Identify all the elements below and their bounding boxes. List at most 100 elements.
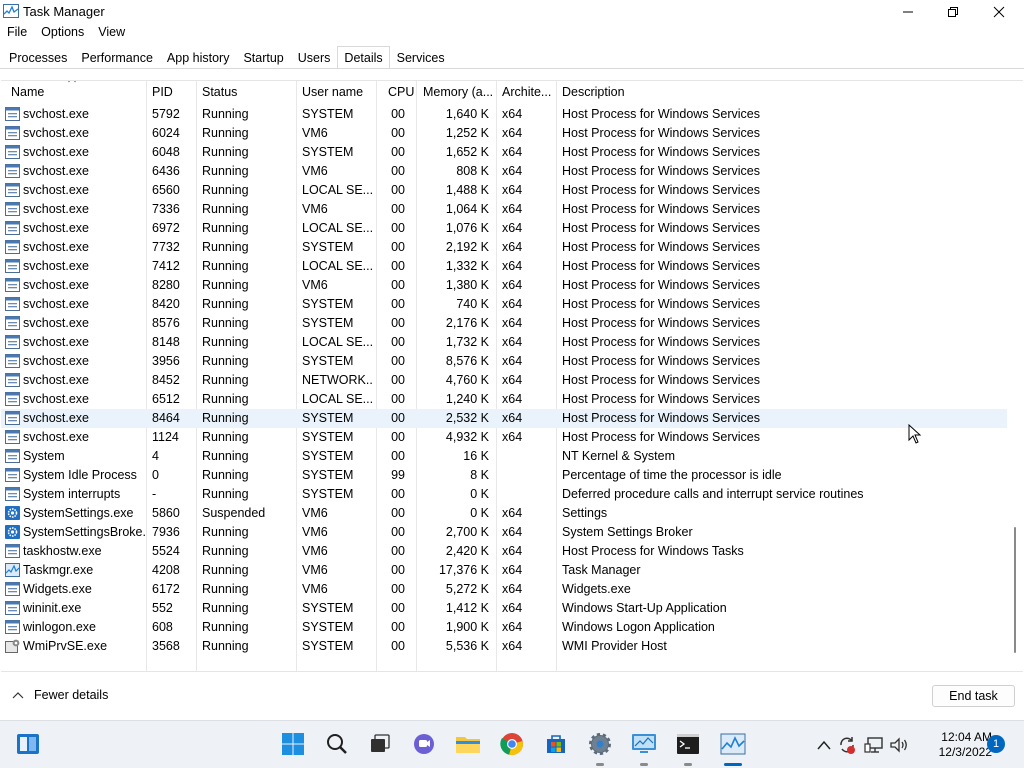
widgets-button[interactable] <box>15 731 41 757</box>
task-view-button[interactable] <box>367 731 393 757</box>
table-row[interactable]: taskhostw.exe 5524 Running VM6 00 2,420 K x64 H… <box>1 542 1007 561</box>
fewer-details-toggle[interactable]: Fewer details <box>12 688 108 702</box>
memory-cell: 1,076 K <box>445 221 489 235</box>
table-row[interactable]: svchost.exe 6512 Running LOCAL SE... 00 1,240… <box>1 390 1007 409</box>
table-row[interactable]: svchost.exe 6560 Running LOCAL SE... 00 1,488… <box>1 181 1007 200</box>
table-row[interactable]: System Idle Process 0 Running SYSTEM 99 8 K Pe… <box>1 466 1007 485</box>
end-task-button[interactable]: End task <box>932 685 1015 707</box>
tab-app-history[interactable]: App history <box>160 46 237 69</box>
pid-cell: 8576 <box>152 316 180 330</box>
column-header-user-name[interactable]: User name <box>302 85 372 99</box>
cpu-cell: 00 <box>391 259 405 273</box>
column-header-description[interactable]: Description <box>562 85 762 99</box>
minimize-button[interactable] <box>885 0 931 24</box>
table-row[interactable]: svchost.exe 8420 Running SYSTEM 00 740 K x64 Ho… <box>1 295 1007 314</box>
start-button[interactable] <box>280 731 306 757</box>
network-tray-button[interactable] <box>864 735 884 755</box>
table-row[interactable]: svchost.exe 8280 Running VM6 00 1,380 K x64 Hos… <box>1 276 1007 295</box>
table-row[interactable]: SystemSettings.exe 5860 Suspended VM6 00 0 K x… <box>1 504 1007 523</box>
service-icon <box>5 582 20 596</box>
cpu-cell: 00 <box>391 601 405 615</box>
cpu-cell: 00 <box>391 164 405 178</box>
table-row[interactable]: svchost.exe 6048 Running SYSTEM 00 1,652 K x64… <box>1 143 1007 162</box>
table-row[interactable]: System 4 Running SYSTEM 00 16 K NT Kernel & Sy… <box>1 447 1007 466</box>
taskbar: 12:04 AM 12/3/2022 1 <box>0 720 1024 768</box>
column-header-name[interactable]: Name <box>11 85 141 99</box>
settings-gear-icon <box>5 506 20 520</box>
table-row[interactable]: svchost.exe 1124 Running SYSTEM 00 4,932 K x64… <box>1 428 1007 447</box>
architecture-cell: x64 <box>502 259 523 273</box>
table-row[interactable]: svchost.exe 6024 Running VM6 00 1,252 K x64 Hos… <box>1 124 1007 143</box>
column-header-cpu[interactable]: CPU <box>388 85 414 99</box>
tab-details[interactable]: Details <box>337 46 390 69</box>
column-header-status[interactable]: Status <box>202 85 292 99</box>
close-button[interactable] <box>976 0 1022 24</box>
table-row[interactable]: WmiPrvSE.exe 3568 Running SYSTEM 00 5,536 K x6… <box>1 637 1007 656</box>
tab-startup[interactable]: Startup <box>236 46 290 69</box>
process-name-cell: svchost.exe <box>23 164 90 178</box>
tab-users[interactable]: Users <box>291 46 338 69</box>
volume-tray-button[interactable] <box>889 735 909 755</box>
vertical-scrollbar[interactable] <box>1007 81 1023 671</box>
user-name-cell: SYSTEM <box>302 639 354 653</box>
title-bar[interactable]: Task Manager <box>0 0 1024 24</box>
column-header-architecture[interactable]: Archite... <box>502 85 554 99</box>
restore-icon <box>948 7 958 17</box>
table-row[interactable]: svchost.exe 7412 Running LOCAL SE... 00 1,332… <box>1 257 1007 276</box>
tab-performance[interactable]: Performance <box>74 46 160 69</box>
user-name-cell: VM6 <box>302 164 328 178</box>
table-row[interactable]: Taskmgr.exe 4208 Running VM6 00 17,376 K x64 Ta… <box>1 561 1007 580</box>
pid-cell: 6512 <box>152 392 180 406</box>
chrome-icon <box>500 733 523 755</box>
service-icon <box>5 126 20 140</box>
menu-view[interactable]: View <box>91 23 132 43</box>
table-row[interactable]: System interrupts - Running SYSTEM 00 0 K Defe… <box>1 485 1007 504</box>
chrome-button[interactable] <box>499 731 525 757</box>
task-manager-taskbar-button[interactable] <box>720 731 746 757</box>
table-row[interactable]: svchost.exe 8576 Running SYSTEM 00 2,176 K x64… <box>1 314 1007 333</box>
table-row[interactable]: wininit.exe 552 Running SYSTEM 00 1,412 K x64 W… <box>1 599 1007 618</box>
scrollbar-thumb[interactable] <box>1014 527 1016 653</box>
description-cell: System Settings Broker <box>562 525 693 539</box>
show-hidden-icons-button[interactable] <box>814 735 834 755</box>
process-name-cell: SystemSettingsBroke... <box>23 525 145 539</box>
architecture-cell: x64 <box>502 506 523 520</box>
menu-options[interactable]: Options <box>34 23 91 43</box>
process-name-cell: SystemSettings.exe <box>23 506 134 520</box>
table-row[interactable]: svchost.exe 8464 Running SYSTEM 00 2,532 K x64… <box>1 409 1007 428</box>
table-row[interactable]: svchost.exe 8452 Running NETWORK... 00 4,760 … <box>1 371 1007 390</box>
remote-desktop-button[interactable] <box>631 731 657 757</box>
table-row[interactable]: winlogon.exe 608 Running SYSTEM 00 1,900 K x64… <box>1 618 1007 637</box>
memory-cell: 1,380 K <box>445 278 489 292</box>
column-header-pid[interactable]: PID <box>152 85 192 99</box>
search-button[interactable] <box>324 731 350 757</box>
taskbar-clock[interactable]: 12:04 AM 12/3/2022 <box>912 730 992 760</box>
status-cell: Running <box>202 411 249 425</box>
table-row[interactable]: svchost.exe 5792 Running SYSTEM 00 1,640 K x64… <box>1 105 1007 124</box>
table-row[interactable]: Widgets.exe 6172 Running VM6 00 5,272 K x64 Wid… <box>1 580 1007 599</box>
chat-button[interactable] <box>411 731 437 757</box>
close-icon <box>993 6 1005 18</box>
maximize-button[interactable] <box>930 0 976 24</box>
table-row[interactable]: svchost.exe 6436 Running VM6 00 808 K x64 Host … <box>1 162 1007 181</box>
table-row[interactable]: svchost.exe 3956 Running SYSTEM 00 8,576 K x64… <box>1 352 1007 371</box>
table-row[interactable]: svchost.exe 7732 Running SYSTEM 00 2,192 K x64… <box>1 238 1007 257</box>
table-row[interactable]: SystemSettingsBroke... 7936 Running VM6 00 2,… <box>1 523 1007 542</box>
table-row[interactable]: svchost.exe 7336 Running VM6 00 1,064 K x64 Hos… <box>1 200 1007 219</box>
column-header-memory[interactable]: Memory (a... <box>423 85 495 99</box>
pid-cell: 5860 <box>152 506 180 520</box>
microsoft-store-button[interactable] <box>543 731 569 757</box>
file-explorer-button[interactable] <box>455 731 481 757</box>
memory-cell: 2,420 K <box>445 544 489 558</box>
update-tray-button[interactable] <box>837 735 857 755</box>
tab-services[interactable]: Services <box>390 46 452 69</box>
notification-badge[interactable]: 1 <box>987 735 1005 753</box>
table-row[interactable]: svchost.exe 8148 Running LOCAL SE... 00 1,732… <box>1 333 1007 352</box>
table-row[interactable]: svchost.exe 6972 Running LOCAL SE... 00 1,076… <box>1 219 1007 238</box>
menu-file[interactable]: File <box>0 23 34 43</box>
minimize-icon <box>903 11 913 13</box>
tab-processes[interactable]: Processes <box>2 46 74 69</box>
settings-button[interactable] <box>587 731 613 757</box>
pid-cell: 7412 <box>152 259 180 273</box>
terminal-button[interactable] <box>675 731 701 757</box>
